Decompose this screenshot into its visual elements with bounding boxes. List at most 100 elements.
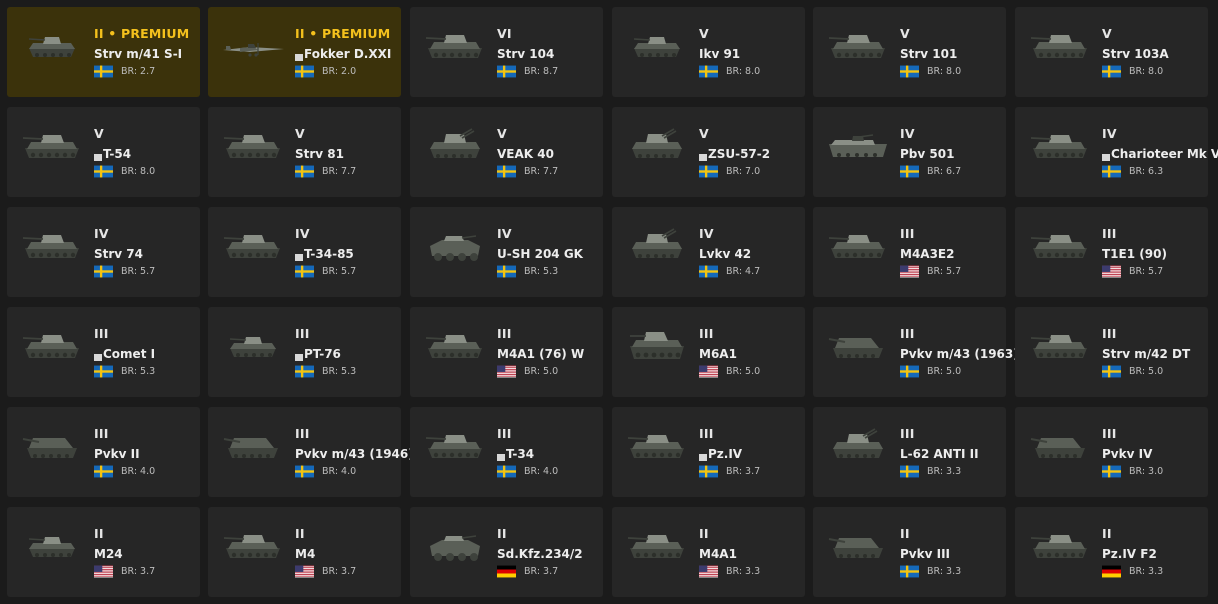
battle-rating: BR: 7.0: [726, 166, 761, 177]
vehicle-card[interactable]: V Strv 101 BR: 8.0: [813, 7, 1006, 97]
vehicle-card[interactable]: VI Strv 104 BR: 8.7: [410, 7, 603, 97]
vehicle-rank: III: [497, 426, 512, 441]
vehicle-rank: III: [94, 326, 109, 341]
sweden-flag-icon: [295, 365, 314, 378]
vehicle-card[interactable]: V Strv 81 BR: 7.7: [208, 107, 401, 197]
vehicle-card[interactable]: IV Pbv 501 BR: 6.7: [813, 107, 1006, 197]
vehicle-card[interactable]: III Pz.IV BR: 3.7: [612, 407, 805, 497]
vehicle-rank: IV: [497, 226, 512, 241]
vehicle-card[interactable]: III Pvkv IV BR: 3.0: [1015, 407, 1208, 497]
vehicle-card[interactable]: III M4A3E2 BR: 5.7: [813, 207, 1006, 297]
vehicle-rank: IV: [94, 226, 109, 241]
vehicle-rank: V: [1102, 26, 1112, 41]
battle-rating: BR: 3.0: [1129, 466, 1164, 477]
vehicle-meta: BR: 5.0: [699, 365, 760, 378]
vehicle-card[interactable]: IV Strv 74 BR: 5.7: [7, 207, 200, 297]
vehicle-name-row: Pvkv m/43 (1963): [900, 347, 1019, 361]
vehicle-card[interactable]: V VEAK 40 BR: 7.7: [410, 107, 603, 197]
vehicle-name-row: T-34-85: [295, 247, 354, 261]
vehicle-name-row: T-34: [497, 447, 534, 461]
sweden-flag-icon: [1102, 65, 1121, 78]
vehicle-card[interactable]: IV T-34-85 BR: 5.7: [208, 207, 401, 297]
vehicle-card[interactable]: II M4 BR: 3.7: [208, 507, 401, 597]
vehicle-name: M4: [295, 547, 316, 561]
sweden-flag-icon: [699, 165, 718, 178]
vehicle-rank: II • PREMIUM: [94, 26, 190, 41]
vehicle-card[interactable]: V Ikv 91 BR: 8.0: [612, 7, 805, 97]
battle-rating: BR: 5.3: [322, 366, 357, 377]
vehicle-name: Strv m/42 DT: [1102, 347, 1191, 361]
battle-rating: BR: 3.7: [726, 466, 761, 477]
battle-rating: BR: 4.0: [524, 466, 559, 477]
foreign-vehicle-icon: [699, 453, 707, 461]
vehicle-card[interactable]: II • PREMIUM Strv m/41 S-I BR: 2.7: [7, 7, 200, 97]
vehicle-grid: II • PREMIUM Strv m/41 S-I BR: 2.7 II • PR…: [0, 0, 1218, 604]
vehicle-card[interactable]: III T1E1 (90) BR: 5.7: [1015, 207, 1208, 297]
vehicle-card[interactable]: III M6A1 BR: 5.0: [612, 307, 805, 397]
vehicle-meta: BR: 8.0: [1102, 65, 1163, 78]
battle-rating: BR: 8.0: [927, 66, 962, 77]
vehicle-name: Strv 74: [94, 247, 143, 261]
vehicle-card[interactable]: III M4A1 (76) W BR: 5.0: [410, 307, 603, 397]
vehicle-card[interactable]: III Pvkv m/43 (1963) BR: 5.0: [813, 307, 1019, 397]
vehicle-name-row: Sd.Kfz.234/2: [497, 547, 583, 561]
vehicle-meta: BR: 5.7: [94, 265, 155, 278]
vehicle-card[interactable]: II Pvkv III BR: 3.3: [813, 507, 1006, 597]
battle-rating: BR: 8.0: [1129, 66, 1164, 77]
vehicle-rank: II: [94, 526, 104, 541]
vehicle-card[interactable]: III Comet I BR: 5.3: [7, 307, 200, 397]
vehicle-meta: BR: 5.0: [497, 365, 558, 378]
vehicle-meta: BR: 8.0: [900, 65, 961, 78]
vehicle-card[interactable]: IV U-SH 204 GK BR: 5.3: [410, 207, 603, 297]
vehicle-card[interactable]: II • PREMIUM Fokker D.XXI BR: 2.0: [208, 7, 401, 97]
vehicle-card[interactable]: II M24 BR: 3.7: [7, 507, 200, 597]
battle-rating: BR: 5.3: [524, 266, 559, 277]
vehicle-card[interactable]: III T-34 BR: 4.0: [410, 407, 603, 497]
battle-rating: BR: 7.7: [322, 166, 357, 177]
battle-rating: BR: 8.0: [726, 66, 761, 77]
vehicle-name-row: Fokker D.XXI: [295, 47, 391, 61]
vehicle-rank: IV: [295, 226, 310, 241]
vehicle-name: T-34: [506, 447, 535, 461]
vehicle-meta: BR: 2.7: [94, 65, 155, 78]
vehicle-card[interactable]: IV Lvkv 42 BR: 4.7: [612, 207, 805, 297]
vehicle-name: Comet I: [103, 347, 156, 361]
vehicle-rank: V: [295, 126, 305, 141]
sweden-flag-icon: [900, 365, 919, 378]
vehicle-name: Ikv 91: [699, 47, 741, 61]
sweden-flag-icon: [94, 465, 113, 478]
vehicle-name-row: VEAK 40: [497, 147, 554, 161]
vehicle-card[interactable]: II Pz.IV F2 BR: 3.3: [1015, 507, 1208, 597]
foreign-vehicle-icon: [295, 253, 303, 261]
vehicle-rank: V: [699, 26, 709, 41]
vehicle-card[interactable]: II Sd.Kfz.234/2 BR: 3.7: [410, 507, 603, 597]
vehicle-card[interactable]: IV Charioteer Mk VI BR: 6.3: [1015, 107, 1218, 197]
vehicle-card[interactable]: V T-54 BR: 8.0: [7, 107, 200, 197]
sweden-flag-icon: [900, 165, 919, 178]
battle-rating: BR: 5.0: [524, 366, 559, 377]
vehicle-meta: BR: 5.7: [1102, 265, 1163, 278]
vehicle-card[interactable]: III Strv m/42 DT BR: 5.0: [1015, 307, 1208, 397]
usa-flag-icon: [1102, 265, 1121, 278]
vehicle-card[interactable]: III Pvkv II BR: 4.0: [7, 407, 200, 497]
vehicle-name-row: L-62 ANTI II: [900, 447, 979, 461]
vehicle-card[interactable]: III PT-76 BR: 5.3: [208, 307, 401, 397]
vehicle-name: T-54: [103, 147, 132, 161]
battle-rating: BR: 3.3: [1129, 566, 1164, 577]
vehicle-name-row: Strv 101: [900, 47, 957, 61]
sweden-flag-icon: [497, 465, 516, 478]
vehicle-meta: BR: 2.0: [295, 65, 356, 78]
battle-rating: BR: 3.3: [927, 566, 962, 577]
vehicle-name: U-SH 204 GK: [497, 247, 583, 261]
battle-rating: BR: 3.7: [524, 566, 559, 577]
vehicle-card[interactable]: V ZSU-57-2 BR: 7.0: [612, 107, 805, 197]
vehicle-card[interactable]: V Strv 103A BR: 8.0: [1015, 7, 1208, 97]
vehicle-name-row: Comet I: [94, 347, 155, 361]
sweden-flag-icon: [699, 265, 718, 278]
vehicle-rank: III: [900, 326, 915, 341]
foreign-vehicle-icon: [699, 153, 707, 161]
vehicle-name-row: U-SH 204 GK: [497, 247, 583, 261]
vehicle-card[interactable]: III Pvkv m/43 (1946) BR: 4.0: [208, 407, 414, 497]
vehicle-card[interactable]: II M4A1 BR: 3.3: [612, 507, 805, 597]
vehicle-card[interactable]: III L-62 ANTI II BR: 3.3: [813, 407, 1006, 497]
